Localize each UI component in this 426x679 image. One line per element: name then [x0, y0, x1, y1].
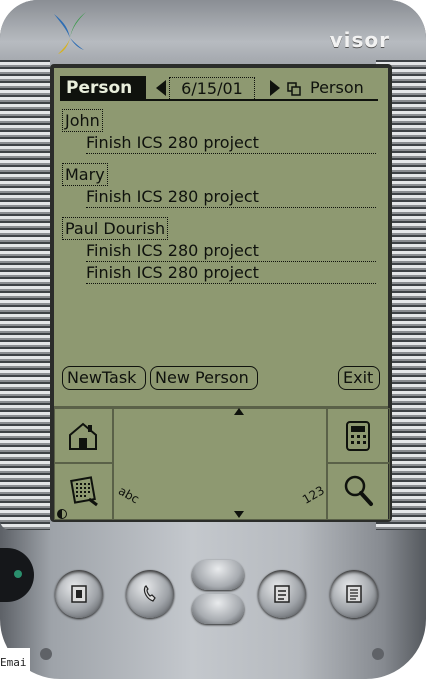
view-selector-dropdown[interactable]: Person [310, 77, 364, 100]
contrast-icon[interactable] [57, 509, 67, 519]
brand-label: visor [329, 28, 390, 52]
todo-icon [274, 585, 290, 603]
task-item[interactable]: Finish ICS 280 project [86, 240, 376, 262]
memo-icon [346, 585, 362, 603]
scroll-up-button[interactable] [192, 560, 244, 590]
find-icon [344, 475, 373, 506]
new-person-button[interactable]: New Person [150, 366, 258, 390]
memo-button[interactable] [330, 570, 378, 618]
handheld-device: visor Person 6/15/01 Person John Finish … [0, 0, 426, 679]
todo-button[interactable] [258, 570, 306, 618]
calculator-icon [346, 421, 370, 451]
date-book-icon [71, 585, 87, 603]
next-date-arrow-icon[interactable] [270, 80, 280, 96]
background-window-edge: Emai [0, 648, 30, 679]
date-book-button[interactable] [55, 570, 103, 618]
foot-screw [372, 648, 384, 660]
person-name[interactable]: Mary [62, 163, 108, 186]
person-task-list: John Finish ICS 280 project Mary Finish … [62, 108, 378, 292]
prev-date-arrow-icon[interactable] [156, 80, 166, 96]
graffiti-silkscreen: abc 123 [54, 406, 390, 520]
graffiti-area[interactable] [112, 408, 328, 520]
menu-icon [70, 476, 98, 507]
scroll-down-arrow-icon [234, 511, 244, 518]
person-name[interactable]: Paul Dourish [62, 217, 169, 240]
visor-logo-icon [54, 12, 86, 54]
person-group: John Finish ICS 280 project [62, 108, 378, 154]
lcd-screen: Person 6/15/01 Person John Finish ICS 28… [54, 68, 390, 520]
calculator-silk-button[interactable] [326, 408, 390, 464]
edge-text: Emai [0, 656, 27, 669]
person-name[interactable]: John [62, 109, 103, 132]
left-grip [0, 60, 50, 530]
task-item[interactable]: Finish ICS 280 project [86, 262, 376, 284]
phone-button[interactable] [126, 570, 174, 618]
home-silk-button[interactable] [54, 408, 114, 464]
app-title: Person [60, 76, 146, 100]
app-area: Person 6/15/01 Person John Finish ICS 28… [54, 68, 388, 408]
task-item[interactable]: Finish ICS 280 project [86, 186, 376, 208]
scroll-down-button[interactable] [192, 594, 244, 624]
person-group: Mary Finish ICS 280 project [62, 162, 378, 208]
home-icon [69, 422, 97, 450]
foot-screw [40, 648, 52, 660]
exit-button[interactable]: Exit [338, 366, 380, 390]
hardware-button-panel [0, 522, 426, 679]
phone-icon [143, 585, 156, 602]
find-silk-button[interactable] [326, 462, 390, 520]
new-task-button[interactable]: NewTask [62, 366, 146, 390]
view-category-icon [287, 82, 301, 96]
menu-silk-button[interactable] [54, 462, 114, 520]
task-item[interactable]: Finish ICS 280 project [86, 132, 376, 154]
ir-led-icon [14, 570, 22, 578]
scroll-up-arrow-icon [234, 408, 244, 415]
top-bezel: visor [0, 0, 426, 70]
person-group: Paul Dourish Finish ICS 280 project Fini… [62, 216, 378, 284]
date-selector[interactable]: 6/15/01 [169, 77, 255, 101]
